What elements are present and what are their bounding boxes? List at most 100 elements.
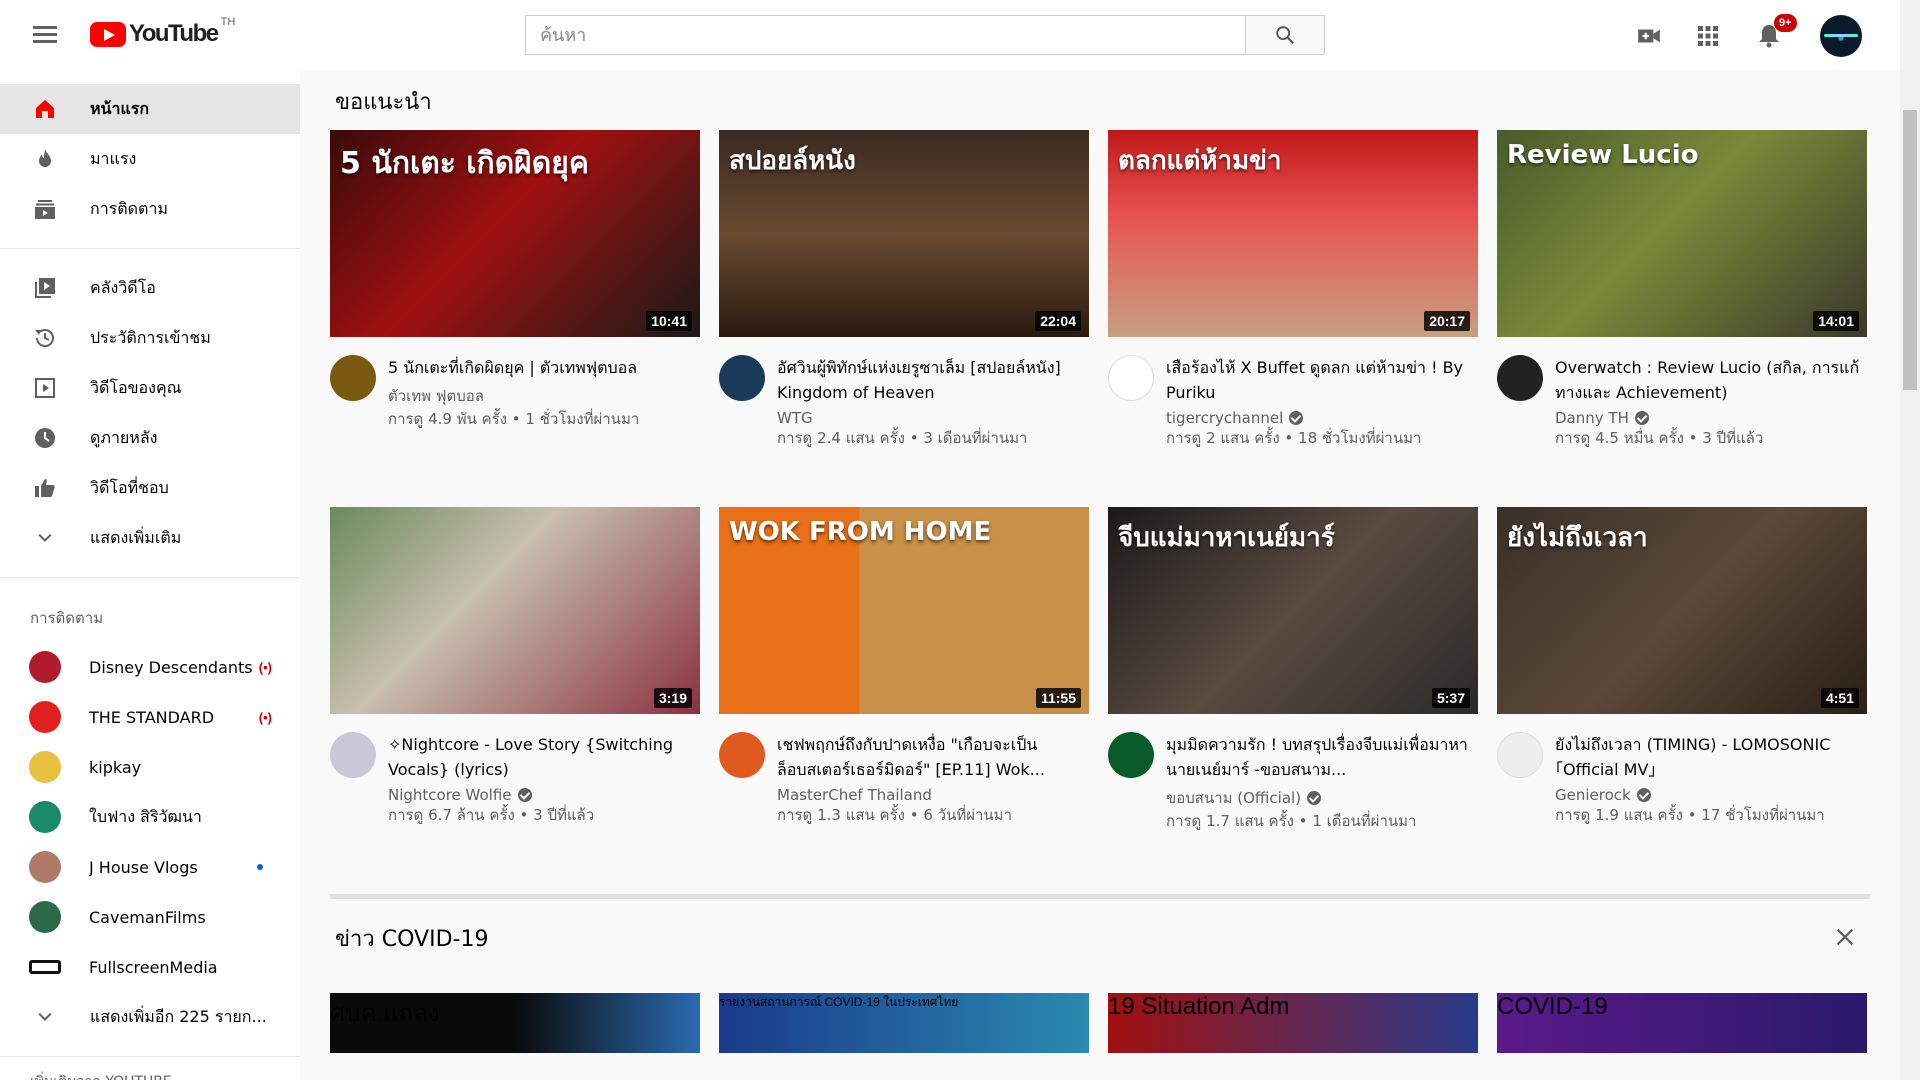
covid-video-thumbnail[interactable]: 19 Situation Adm	[1108, 993, 1478, 1053]
subscription-item[interactable]: kipkay	[0, 742, 300, 792]
apps-grid-icon[interactable]	[1692, 20, 1724, 52]
channel-avatar[interactable]	[1497, 732, 1543, 778]
video-meta: ✧Nightcore - Love Story {Switching Vocal…	[330, 732, 700, 826]
channel-avatar[interactable]	[1497, 355, 1543, 401]
account-avatar[interactable]	[1820, 15, 1862, 57]
sidebar-item-liked[interactable]: วิดีโอที่ชอบ	[0, 463, 300, 513]
video-title[interactable]: เสือร้องไห้ X Buffet ดูดลก แต่ห้ามข่า ! …	[1166, 355, 1478, 405]
video-stats: การดู 4.9 พัน ครั้ง • 1 ชั่วโมงที่ผ่านมา	[388, 410, 640, 428]
video-thumbnail[interactable]: ยังไม่ถึงเวลา 4:51	[1497, 507, 1867, 714]
subscription-name: Disney Descendants	[89, 657, 253, 677]
channel-name[interactable]: ตัวเทพ ฟุตบอล	[388, 384, 484, 408]
video-thumbnail[interactable]: 5 นักเตะ เกิดผิดยุค 10:41	[330, 130, 700, 337]
subscriptions-list: Disney Descendants (•) THE STANDARD (•) kipk…	[0, 642, 300, 992]
covid-video-thumbnail[interactable]: COVID-19	[1497, 993, 1867, 1053]
subscription-name: ใบฟาง สิริวัฒนา	[89, 806, 202, 826]
covid-video-thumbnail[interactable]: ศบค.แถลง	[330, 993, 700, 1053]
sidebar-show-more[interactable]: แสดงเพิ่มเติม	[0, 513, 300, 563]
channel-avatar[interactable]	[330, 732, 376, 778]
video-thumbnail[interactable]: 3:19	[330, 507, 700, 714]
channel-name[interactable]: WTG	[777, 409, 813, 427]
home-icon	[30, 94, 60, 124]
sidebar-item-label: แสดงเพิ่มอีก 225 รายก...	[90, 1006, 267, 1026]
channel-avatar	[29, 801, 61, 833]
top-bar: YouTube TH 9+	[0, 0, 1900, 70]
channel-avatar	[29, 960, 61, 974]
sidebar-item-history[interactable]: ประวัติการเข้าชม	[0, 313, 300, 363]
video-grid: 5 นักเตะ เกิดผิดยุค 10:41 5 นักเตะที่เกิ…	[330, 130, 1870, 884]
sidebar-item-label: ประวัติการเข้าชม	[90, 327, 211, 347]
video-thumbnail[interactable]: ตลกแต่ห้ามข่า 20:17	[1108, 130, 1478, 337]
thumbnail-overlay-text: COVID-19	[1497, 993, 1608, 1020]
channel-name[interactable]: MasterChef Thailand	[777, 786, 932, 804]
channel-avatar[interactable]	[1108, 355, 1154, 401]
scrollbar-thumb[interactable]	[1903, 110, 1917, 390]
channel-avatar[interactable]	[719, 732, 765, 778]
covid-shelf-header: ข่าว COVID-19	[330, 907, 1870, 967]
sidebar-item-label: การติดตาม	[90, 198, 168, 218]
video-duration: 10:41	[646, 311, 692, 331]
sidebar-item-watch-later[interactable]: ดูภายหลัง	[0, 413, 300, 463]
video-title[interactable]: มุมมิดความรัก ! บทสรุปเรื่องจีบแม่เพื่อม…	[1166, 732, 1478, 782]
video-card: 5 นักเตะ เกิดผิดยุค 10:41 5 นักเตะที่เกิ…	[330, 130, 700, 507]
channel-avatar[interactable]	[719, 355, 765, 401]
subscription-item[interactable]: Disney Descendants (•)	[0, 642, 300, 692]
video-title[interactable]: เชฟพฤกษ์ถึงกับปาดเหงื่อ "เกือบจะเป็นล็อบ…	[777, 732, 1089, 782]
sidebar-item-label: วิดีโอที่ชอบ	[90, 477, 169, 497]
video-thumbnail[interactable]: Review Lucio 14:01	[1497, 130, 1867, 337]
youtube-logo[interactable]: YouTube TH	[90, 16, 235, 48]
channel-name[interactable]: tigercrychannel	[1166, 409, 1283, 427]
video-title[interactable]: 5 นักเตะที่เกิดผิดยุค | ตัวเทพฟุตบอล	[388, 355, 700, 380]
channel-avatar[interactable]	[330, 355, 376, 401]
sidebar-item-label: คลังวิดีโอ	[90, 277, 156, 297]
sidebar-divider	[0, 577, 300, 578]
create-video-icon[interactable]	[1633, 20, 1665, 52]
covid-video-thumbnail[interactable]: รายงานสถานการณ์ COVID-19 ในประเทศไทย	[719, 993, 1089, 1053]
video-thumbnail[interactable]: จีบแม่มาหาเนย์มาร์ 5:37	[1108, 507, 1478, 714]
subscriptions-show-more[interactable]: แสดงเพิ่มอีก 225 รายก...	[0, 992, 300, 1042]
video-meta: มุมมิดความรัก ! บทสรุปเรื่องจีบแม่เพื่อม…	[1108, 732, 1478, 832]
video-title[interactable]: ยังไม่ถึงเวลา (TIMING) - LOMOSONIC ｢Offi…	[1555, 732, 1867, 782]
library-icon	[30, 273, 60, 303]
video-info: เสือร้องไห้ X Buffet ดูดลก แต่ห้ามข่า ! …	[1166, 355, 1478, 449]
video-title[interactable]: อัศวินผู้พิทักษ์แห่งเยรูซาเล็ม [สปอยล์หน…	[777, 355, 1089, 405]
subscription-item[interactable]: CavemanFilms	[0, 892, 300, 942]
subscriptions-icon	[30, 194, 60, 224]
channel-avatar	[29, 701, 61, 733]
subscription-item[interactable]: J House Vlogs	[0, 842, 300, 892]
channel-name[interactable]: ขอบสนาม (Official)	[1166, 786, 1301, 810]
logo-region: TH	[220, 16, 236, 28]
menu-icon[interactable]	[30, 22, 60, 48]
channel-name[interactable]: Genierock	[1555, 786, 1631, 804]
video-card: WOK FROM HOME 11:55 เชฟพฤกษ์ถึงกับปาดเหง…	[719, 507, 1089, 884]
thumbnail-overlay-text: 5 นักเตะ เกิดผิดยุค	[340, 146, 589, 181]
channel-name[interactable]: Nightcore Wolfie	[388, 786, 512, 804]
video-title[interactable]: ✧Nightcore - Love Story {Switching Vocal…	[388, 732, 700, 782]
video-info: มุมมิดความรัก ! บทสรุปเรื่องจีบแม่เพื่อม…	[1166, 732, 1478, 832]
sidebar-item-home[interactable]: หน้าแรก	[0, 84, 300, 134]
channel-avatar[interactable]	[1108, 732, 1154, 778]
sidebar-item-your-videos[interactable]: วิดีโอของคุณ	[0, 363, 300, 413]
subscription-name: FullscreenMedia	[89, 957, 218, 977]
channel-name-row: Genierock	[1555, 786, 1867, 804]
subscription-name: J House Vlogs	[89, 857, 198, 877]
video-thumbnail[interactable]: สปอยล์หนัง 22:04	[719, 130, 1089, 337]
channel-name-row: ตัวเทพ ฟุตบอล	[388, 384, 700, 408]
subscription-item[interactable]: THE STANDARD (•)	[0, 692, 300, 742]
close-shelf-button[interactable]	[1830, 922, 1860, 952]
page-scrollbar[interactable]	[1900, 0, 1920, 1080]
search-input[interactable]	[525, 15, 1245, 55]
video-title[interactable]: Overwatch : Review Lucio (สกิล, การแก้ทา…	[1555, 355, 1867, 405]
video-thumbnail[interactable]: WOK FROM HOME 11:55	[719, 507, 1089, 714]
subscription-item[interactable]: FullscreenMedia	[0, 942, 300, 992]
video-info: เชฟพฤกษ์ถึงกับปาดเหงื่อ "เกือบจะเป็นล็อบ…	[777, 732, 1089, 826]
subscription-item[interactable]: ใบฟาง สิริวัฒนา	[0, 792, 300, 842]
sidebar-item-subscriptions[interactable]: การติดตาม	[0, 184, 300, 234]
channel-name[interactable]: Danny TH	[1555, 409, 1629, 427]
sidebar-item-trending[interactable]: มาแรง	[0, 134, 300, 184]
search-button[interactable]	[1245, 15, 1325, 55]
sidebar-item-library[interactable]: คลังวิดีโอ	[0, 263, 300, 313]
video-duration: 20:17	[1424, 311, 1470, 331]
sidebar: หน้าแรก มาแรง การติดตาม คลังวิดีโอ ประวั…	[0, 70, 300, 1080]
notification-badge: 9+	[1774, 14, 1797, 32]
